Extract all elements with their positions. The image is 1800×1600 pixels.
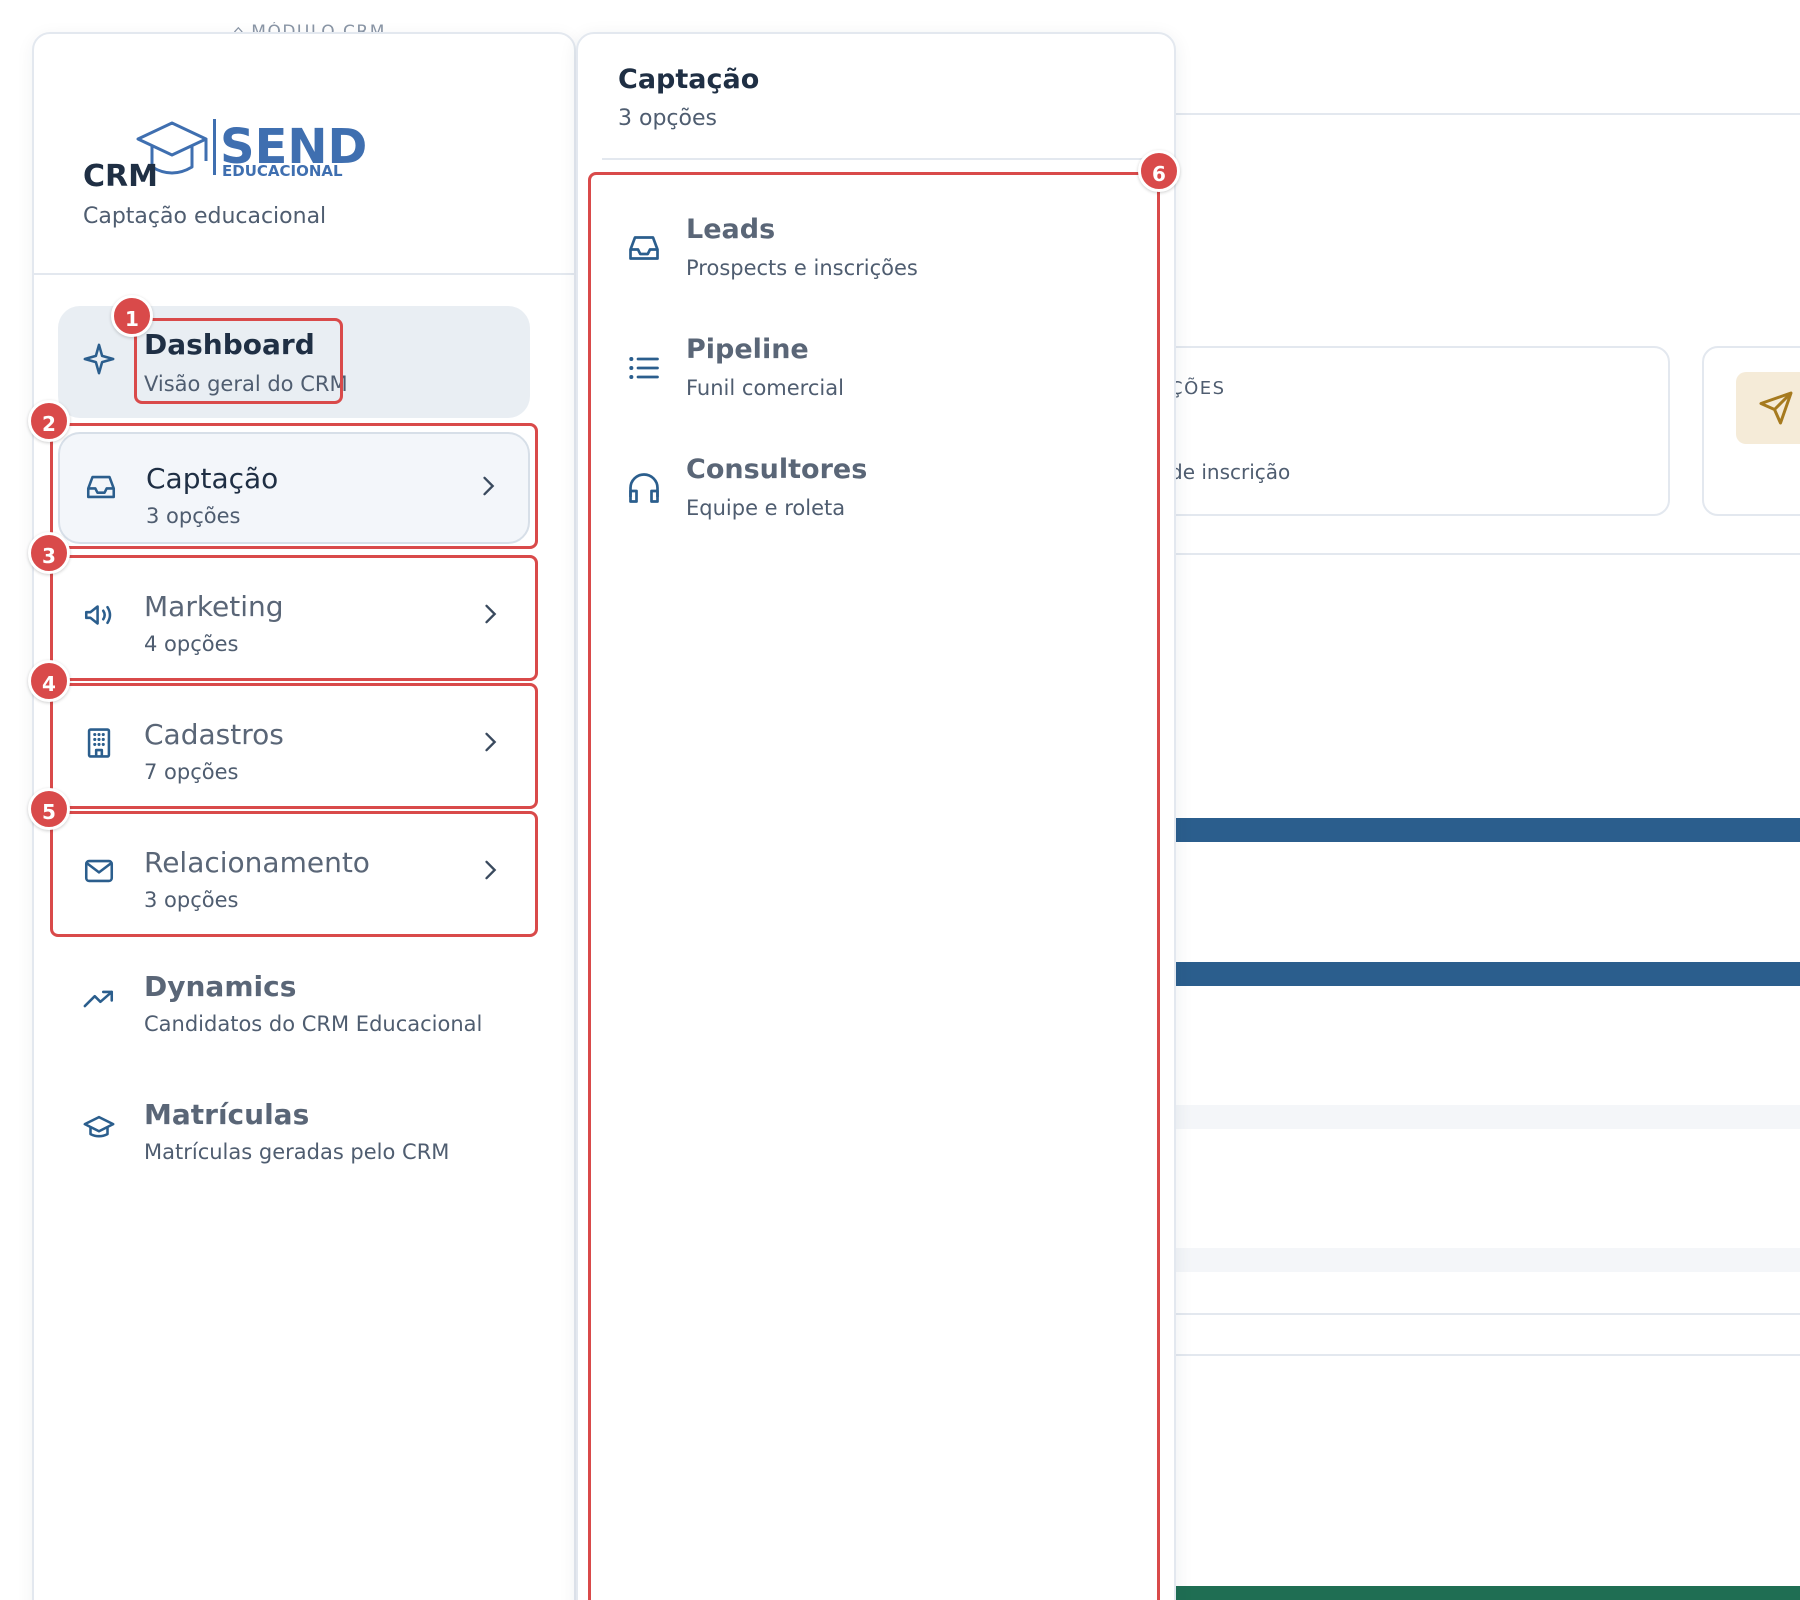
sidebar-divider xyxy=(34,273,574,275)
annotation-badge: 2 xyxy=(28,400,70,442)
submenu-divider xyxy=(602,158,1150,160)
header-divider xyxy=(1170,113,1800,115)
inbox-icon xyxy=(84,470,118,504)
submenu-item-label: Consultores xyxy=(686,454,868,485)
inbox-icon xyxy=(626,230,662,266)
chevron-right-icon xyxy=(474,472,502,500)
app-subtitle: Captação educacional xyxy=(83,204,327,229)
chart-bar xyxy=(1170,818,1800,842)
chevron-right-icon xyxy=(476,600,504,628)
sidebar-item-dynamics[interactable]: Dynamics Candidatos do CRM Educacional xyxy=(58,946,530,1058)
submenu-item-label: Pipeline xyxy=(686,334,809,365)
submenu-item-sub: Funil comercial xyxy=(686,376,844,400)
chart-bar xyxy=(1170,962,1800,986)
sidebar-item-marketing[interactable]: Marketing 4 opções xyxy=(58,562,530,674)
svg-text:EDUCACIONAL: EDUCACIONAL xyxy=(222,162,343,179)
chevron-right-icon xyxy=(476,856,504,884)
annotation-badge: 4 xyxy=(28,660,70,702)
headphones-icon xyxy=(626,470,662,506)
annotation-badge: 5 xyxy=(28,788,70,830)
sidebar-item-cadastros[interactable]: Cadastros 7 opções xyxy=(58,690,530,802)
sidebar-item-label: Marketing xyxy=(144,590,284,623)
sidebar-item-label: Matrículas xyxy=(144,1098,310,1131)
stat-card-sub: de inscrição xyxy=(1170,460,1291,484)
annotation-badge: 6 xyxy=(1138,150,1180,192)
trending-up-icon xyxy=(82,982,116,1016)
sidebar-item-label: Dashboard xyxy=(144,328,315,361)
stat-card[interactable] xyxy=(1702,346,1800,516)
sidebar-item-label: Relacionamento xyxy=(144,846,370,879)
sidebar-item-sub: Candidatos do CRM Educacional xyxy=(144,1012,483,1036)
chart-bar-track xyxy=(1170,1105,1800,1129)
sidebar-item-sub: Matrículas geradas pelo CRM xyxy=(144,1140,450,1164)
sparkle-icon xyxy=(82,342,116,376)
annotation-badge: 1 xyxy=(111,295,153,337)
sidebar-item-sub: Visão geral do CRM xyxy=(144,372,348,396)
sidebar-item-label: Cadastros xyxy=(144,718,284,751)
annotation-badge: 3 xyxy=(28,532,70,574)
graduation-cap-icon xyxy=(82,1110,116,1144)
sidebar-item-sub: 4 opções xyxy=(144,632,239,656)
sidebar: SEND EDUCACIONAL CRM Captação educaciona… xyxy=(32,32,576,1600)
sidebar-item-sub: 7 opções xyxy=(144,760,239,784)
submenu-item-pipeline[interactable]: Pipeline Funil comercial xyxy=(602,322,1142,422)
submenu-title: Captação xyxy=(618,64,760,95)
submenu-item-sub: Prospects e inscrições xyxy=(686,256,918,280)
stat-card-label: ÇÕES xyxy=(1170,378,1226,399)
building-icon xyxy=(82,726,116,760)
sidebar-item-matriculas[interactable]: Matrículas Matrículas geradas pelo CRM xyxy=(58,1074,530,1186)
sidebar-item-sub: 3 opções xyxy=(146,504,241,528)
submenu-item-leads[interactable]: Leads Prospects e inscrições xyxy=(602,202,1142,302)
section-divider xyxy=(1170,1354,1800,1356)
submenu-item-label: Leads xyxy=(686,214,776,245)
stat-card[interactable]: ÇÕES de inscrição xyxy=(1100,346,1670,516)
list-icon xyxy=(626,350,662,386)
chart-bar xyxy=(1170,1586,1800,1600)
app-title: CRM xyxy=(83,159,158,194)
submenu-item-sub: Equipe e roleta xyxy=(686,496,846,520)
sidebar-item-captacao[interactable]: Captação 3 opções xyxy=(58,432,530,544)
screen: ⌂ MÓDULO CRM ÇÕES de inscrição SEND EDUC… xyxy=(0,0,1800,1600)
submenu-subtitle: 3 opções xyxy=(618,106,717,131)
sidebar-item-sub: 3 opções xyxy=(144,888,239,912)
section-divider xyxy=(1170,1313,1800,1315)
chart-bar-track xyxy=(1170,1248,1800,1272)
sidebar-item-relacionamento[interactable]: Relacionamento 3 opções xyxy=(58,818,530,930)
chevron-right-icon xyxy=(476,728,504,756)
section-divider xyxy=(1170,553,1800,555)
mail-icon xyxy=(82,854,116,888)
megaphone-icon xyxy=(82,598,116,632)
sidebar-item-label: Dynamics xyxy=(144,970,297,1003)
sidebar-item-label: Captação xyxy=(146,462,279,495)
submenu-item-consultores[interactable]: Consultores Equipe e roleta xyxy=(602,442,1142,542)
send-icon xyxy=(1736,372,1800,444)
submenu-panel: Captação 3 opções Leads Prospects e insc… xyxy=(576,32,1176,1600)
